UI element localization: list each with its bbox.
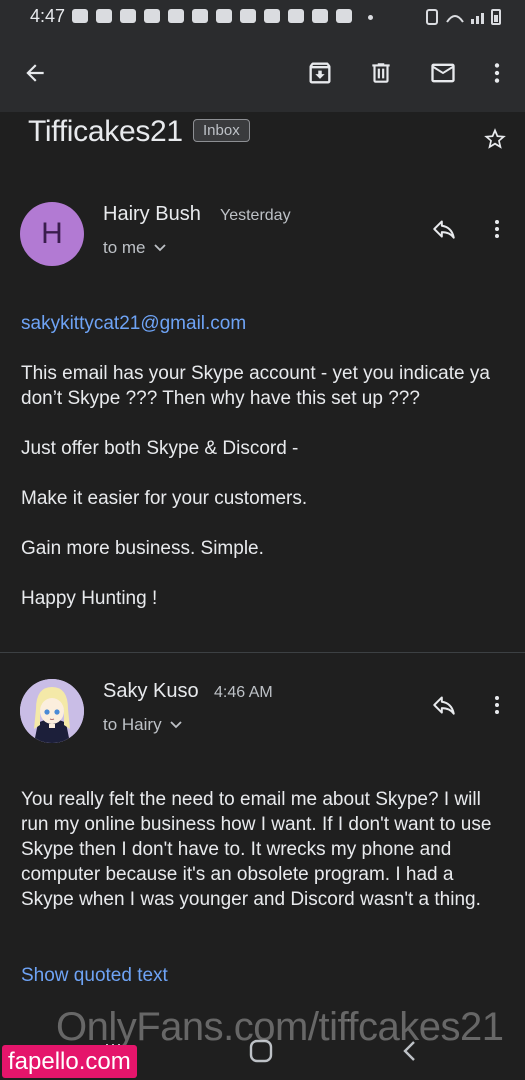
status-bar: 4:47 [0, 0, 525, 34]
watermark-text: OnlyFans.com/tiffcakes21 [56, 1005, 504, 1049]
system-status-icons [425, 8, 505, 26]
reply-button[interactable] [428, 689, 460, 721]
body-paragraph: Make it easier for your customers. [21, 488, 308, 509]
sender-avatar[interactable]: H [20, 202, 84, 266]
reply-icon [433, 220, 455, 239]
envelope-icon [431, 63, 455, 83]
sender-avatar-image[interactable] [20, 679, 84, 743]
message-body: You really felt the need to email me abo… [21, 789, 492, 910]
recipient-details-toggle[interactable]: to me [103, 236, 166, 260]
sender-name: Saky Kuso [103, 680, 199, 702]
message-more-button[interactable] [482, 213, 512, 245]
body-paragraph: This email has your Skype account - yet … [21, 363, 490, 409]
message-time: 4:46 AM [214, 684, 273, 701]
reply-button[interactable] [428, 213, 460, 245]
sender-name: Hairy Bush [103, 203, 201, 225]
chevron-down-icon [153, 244, 166, 252]
trash-icon [372, 63, 390, 83]
email-subject: Tifficakes21 [28, 115, 183, 148]
body-paragraph: Just offer both Skype & Discord - [21, 438, 299, 459]
more-vertical-icon [495, 220, 499, 238]
recipient-text: to Hairy [103, 715, 162, 734]
email-link[interactable]: sakykittycat21@gmail.com [21, 311, 511, 336]
body-paragraph: Gain more business. Simple. [21, 538, 264, 559]
mark-unread-button[interactable] [426, 56, 460, 90]
body-paragraph: Happy Hunting ! [21, 588, 158, 609]
delete-button[interactable] [364, 56, 398, 90]
star-icon [484, 128, 506, 149]
archive-button[interactable] [303, 56, 337, 90]
recipient-text: to me [103, 238, 146, 257]
more-vertical-icon [495, 696, 499, 714]
arrow-left-icon [26, 64, 44, 82]
app-bar [0, 34, 525, 112]
message-divider [0, 652, 525, 653]
subject-row: Tifficakes21 Inbox [0, 112, 525, 172]
message-time: Yesterday [220, 207, 291, 224]
message-body: sakykittycat21@gmail.com This email has … [21, 311, 511, 611]
anime-avatar-icon [20, 679, 84, 743]
star-button[interactable] [480, 124, 510, 154]
message-more-button[interactable] [482, 689, 512, 721]
recipient-details-toggle[interactable]: to Hairy [103, 713, 182, 737]
back-button[interactable] [18, 56, 52, 90]
chevron-down-icon [169, 721, 182, 729]
archive-icon [309, 62, 331, 84]
reply-icon [433, 696, 455, 715]
inbox-label-chip[interactable]: Inbox [193, 119, 250, 142]
source-badge: fapello.com [2, 1045, 137, 1078]
show-quoted-text-link[interactable]: Show quoted text [21, 965, 168, 987]
status-time: 4:47 [30, 6, 66, 26]
more-vertical-icon [494, 63, 500, 83]
more-options-button[interactable] [480, 56, 514, 90]
